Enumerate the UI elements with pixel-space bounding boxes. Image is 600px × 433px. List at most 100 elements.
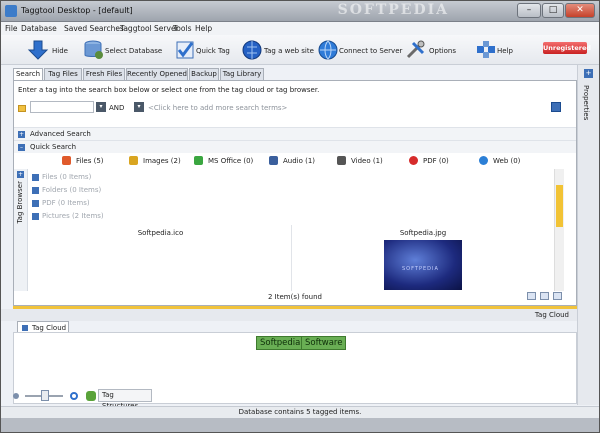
search-hint: Enter a tag into the search box below or… bbox=[18, 86, 320, 94]
expand-icon[interactable]: + bbox=[17, 171, 24, 178]
tools-icon bbox=[406, 40, 425, 59]
operator-value[interactable]: AND bbox=[109, 104, 124, 112]
tag-softpedia[interactable]: Softpedia bbox=[256, 336, 305, 350]
view-details-icon[interactable] bbox=[527, 292, 536, 300]
group-pictures-label: Pictures (2 Items) bbox=[42, 212, 104, 220]
menu-taggtool-server[interactable]: Taggtool Server bbox=[120, 24, 179, 33]
expand-icon[interactable]: + bbox=[584, 69, 593, 78]
app-icon bbox=[5, 5, 17, 17]
hide-label: Hide bbox=[52, 47, 68, 55]
pdf-icon bbox=[409, 156, 418, 165]
group-pdf-label: PDF (0 Items) bbox=[42, 199, 90, 207]
group-pictures[interactable]: Pictures (2 Items) bbox=[30, 210, 552, 223]
unregistered-badge[interactable]: Unregistered bbox=[543, 42, 591, 54]
tag-browser-sidebar[interactable]: + Tag Browser bbox=[14, 169, 28, 291]
items-found: 2 Item(s) found bbox=[267, 293, 322, 301]
group-pdf[interactable]: PDF (0 Items) bbox=[30, 197, 552, 210]
connect-server-label: Connect to Server bbox=[339, 47, 403, 55]
thumbnail-softpedia-jpg[interactable]: Softpedia.jpg SOFTPEDIA bbox=[292, 225, 554, 291]
globe-icon bbox=[318, 40, 338, 60]
office-icon bbox=[194, 156, 203, 165]
view-thumbnails-icon[interactable] bbox=[553, 292, 562, 300]
menu-file[interactable]: File bbox=[5, 24, 18, 33]
menu-saved-searches[interactable]: Saved Searches bbox=[64, 24, 124, 33]
toolbar: Hide Select Database Quick Tag Tag a web… bbox=[1, 35, 599, 65]
tab-recently-opened[interactable]: Recently Opened bbox=[126, 68, 188, 80]
tab-tag-files[interactable]: Tag Files bbox=[44, 68, 82, 80]
menu-help[interactable]: Help bbox=[195, 24, 212, 33]
quick-audio-label: Audio (1) bbox=[283, 157, 316, 165]
star-icon bbox=[62, 156, 71, 165]
thumbnail-name: Softpedia.jpg bbox=[399, 229, 447, 237]
window-bottom-edge bbox=[1, 418, 599, 432]
database-icon bbox=[84, 40, 103, 59]
tab-fresh-files[interactable]: Fresh Files bbox=[83, 68, 125, 80]
refresh-icon[interactable] bbox=[86, 391, 96, 401]
zoom-out-icon[interactable] bbox=[13, 393, 19, 399]
close-button[interactable]: ✕ bbox=[565, 3, 595, 18]
expand-icon bbox=[32, 187, 39, 194]
tab-tag-library[interactable]: Tag Library bbox=[220, 68, 264, 80]
tag-software[interactable]: Software bbox=[301, 336, 347, 350]
menu-bar: File Database Saved Searches Taggtool Se… bbox=[1, 22, 599, 35]
quick-pdf-label: PDF (0) bbox=[423, 157, 449, 165]
quick-search-label: Quick Search bbox=[30, 143, 77, 151]
help-label: Help bbox=[497, 47, 513, 55]
group-folders[interactable]: Folders (0 Items) bbox=[30, 184, 552, 197]
expand-icon: + bbox=[18, 131, 25, 138]
tag-website-label: Tag a web site bbox=[264, 47, 314, 55]
properties-label: Properties bbox=[582, 85, 590, 121]
properties-side-panel[interactable]: + Properties bbox=[577, 65, 599, 405]
select-database-label: Select Database bbox=[105, 47, 163, 55]
scrollbar-thumb[interactable] bbox=[556, 185, 563, 227]
watermark: SOFTPEDIA bbox=[337, 2, 449, 18]
search-panel: Enter a tag into the search box below or… bbox=[13, 80, 577, 306]
thumbnail-image: SOFTPEDIA bbox=[384, 240, 462, 290]
web-icon bbox=[479, 156, 488, 165]
checkmark-tag-icon bbox=[176, 41, 194, 59]
thumbnail-softpedia-ico[interactable]: Softpedia.ico bbox=[30, 225, 292, 291]
operator-dropdown-button[interactable]: ▾ bbox=[134, 102, 144, 112]
expand-icon bbox=[32, 200, 39, 207]
view-list-icon[interactable] bbox=[540, 292, 549, 300]
thumbnail-name: Softpedia.ico bbox=[137, 229, 184, 237]
expand-icon bbox=[32, 174, 39, 181]
connect-server-button[interactable]: Connect to Server bbox=[317, 38, 402, 62]
video-icon bbox=[337, 156, 346, 165]
hide-button[interactable]: Hide bbox=[27, 38, 69, 62]
maximize-button[interactable]: □ bbox=[542, 3, 564, 18]
add-terms-link[interactable]: <Click here to add more search terms> bbox=[148, 104, 287, 112]
advanced-search-section[interactable]: + Advanced Search bbox=[14, 127, 576, 140]
menu-tools[interactable]: Tools bbox=[173, 24, 191, 33]
title-bar[interactable]: Taggtool Desktop - [default] SOFTPEDIA –… bbox=[1, 1, 599, 22]
quick-tag-label: Quick Tag bbox=[196, 47, 230, 55]
menu-database[interactable]: Database bbox=[21, 24, 57, 33]
tab-backup[interactable]: Backup bbox=[189, 68, 219, 80]
tag-search-input[interactable] bbox=[30, 101, 94, 113]
select-database-button[interactable]: Select Database bbox=[83, 38, 162, 62]
group-files[interactable]: Files (0 Items) bbox=[30, 171, 552, 184]
quick-files-label: Files (5) bbox=[76, 157, 104, 165]
tag-browser-scrollbar[interactable] bbox=[554, 169, 564, 291]
thumbnail-image-text: SOFTPEDIA bbox=[402, 266, 439, 272]
globe-tag-icon bbox=[242, 40, 262, 60]
group-folders-label: Folders (0 Items) bbox=[42, 186, 102, 194]
zoom-slider-handle[interactable] bbox=[41, 390, 49, 401]
tag-website-button[interactable]: Tag a web site bbox=[241, 38, 314, 62]
tag-dropdown-button[interactable]: ▾ bbox=[96, 102, 106, 112]
options-button[interactable]: Options bbox=[405, 38, 456, 62]
help-icon bbox=[477, 41, 495, 58]
tag-cloud-header: Tag Cloud bbox=[1, 309, 577, 321]
help-button[interactable]: Help bbox=[475, 38, 515, 62]
quick-ms-office-label: MS Office (0) bbox=[208, 157, 254, 165]
app-window: Taggtool Desktop - [default] SOFTPEDIA –… bbox=[0, 0, 600, 433]
tag-cloud-icon bbox=[22, 325, 28, 331]
folder-icon bbox=[18, 105, 26, 112]
search-icon[interactable] bbox=[70, 392, 78, 400]
quick-search-section[interactable]: – Quick Search bbox=[14, 140, 576, 153]
minimize-button[interactable]: – bbox=[517, 3, 541, 18]
quick-tag-button[interactable]: Quick Tag bbox=[174, 38, 230, 62]
save-search-icon[interactable] bbox=[551, 102, 561, 112]
tag-structures-select[interactable]: Tag Structures bbox=[98, 389, 152, 410]
status-bar: Database contains 5 tagged items. bbox=[1, 406, 599, 418]
